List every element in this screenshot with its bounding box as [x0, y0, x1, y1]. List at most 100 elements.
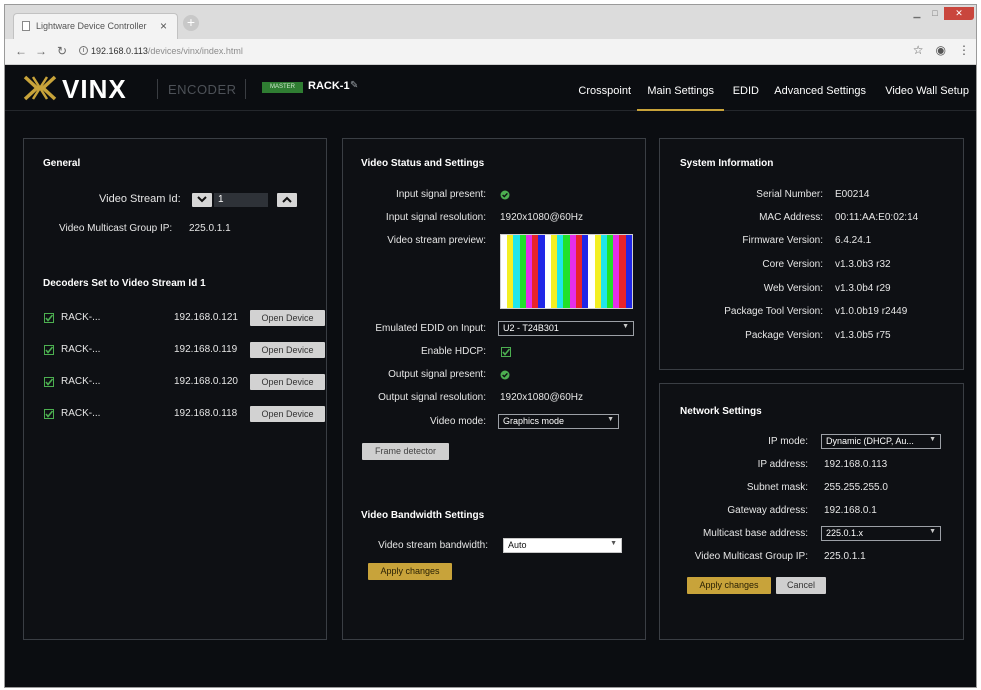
edid-select[interactable]: U2 - T24B301 ▼ [498, 321, 634, 336]
video-mode-select[interactable]: Graphics mode ▼ [498, 414, 619, 429]
address-bar-actions: ☆ ◉ ⋮ [913, 43, 970, 57]
package-tool-label: Package Tool Version: [724, 306, 823, 317]
edid-selected: U2 - T24B301 [503, 323, 559, 333]
panel-title: Video Status and Settings [361, 158, 485, 169]
url-host: 192.168.0.113 [91, 46, 148, 56]
frame-detector-button[interactable]: Frame detector [362, 443, 449, 460]
tab-close-icon[interactable]: × [160, 19, 167, 33]
nav-advanced-settings[interactable]: Advanced Settings [774, 85, 866, 97]
serial-label: Serial Number: [756, 189, 823, 200]
chevron-down-icon [197, 196, 207, 203]
page-icon [22, 21, 30, 31]
apply-bandwidth-button[interactable]: Apply changes [368, 563, 452, 580]
multicast-label: Video Multicast Group IP: [59, 223, 173, 234]
minimize-icon[interactable]: ▁ [908, 7, 926, 20]
open-device-button[interactable]: Open Device [250, 374, 325, 390]
open-device-button[interactable]: Open Device [250, 406, 325, 422]
decoder-ip: 192.168.0.121 [174, 312, 238, 323]
status-ok-icon [500, 370, 510, 380]
multicast-base-selected: 225.0.1.x [826, 528, 864, 538]
url-input[interactable]: i 192.168.0.113/devices/vinx/index.html [79, 42, 929, 61]
decoder-name: RACK-... [61, 312, 101, 323]
checkbox-checked-icon[interactable] [44, 377, 54, 387]
core-label: Core Version: [762, 259, 823, 270]
multicast-group-label: Video Multicast Group IP: [694, 551, 808, 562]
back-icon[interactable]: ← [15, 44, 27, 58]
role-badge: MASTER [262, 82, 303, 93]
panel-title: System Information [680, 158, 774, 169]
core-value: v1.3.0b3 r32 [835, 259, 891, 270]
menu-dots-icon[interactable]: ⋮ [958, 43, 970, 57]
system-info-panel: System Information Serial Number: E00214… [659, 138, 964, 370]
stream-id-decrement[interactable] [192, 193, 212, 207]
preview-color-bar [625, 235, 632, 308]
ip-mode-select[interactable]: Dynamic (DHCP, Au... ▼ [821, 434, 941, 449]
hdcp-checkbox[interactable] [501, 347, 511, 357]
mac-value: 00:11:AA:E0:02:14 [835, 212, 919, 223]
cancel-button[interactable]: Cancel [776, 577, 826, 594]
checkbox-checked-icon[interactable] [44, 313, 54, 323]
chevron-down-icon: ▼ [929, 436, 936, 443]
product-type: ENCODER [168, 82, 237, 97]
nav-crosspoint[interactable]: Crosspoint [578, 85, 631, 97]
open-device-button[interactable]: Open Device [250, 310, 325, 326]
maximize-icon[interactable]: □ [926, 7, 944, 20]
edid-label: Emulated EDID on Input: [375, 323, 486, 334]
multicast-base-label: Multicast base address: [702, 528, 808, 539]
stream-id-input[interactable]: 1 [214, 193, 268, 207]
info-icon: i [79, 46, 88, 55]
app-header: VINX ENCODER MASTER RACK-1 ✎ Crosspoint … [5, 65, 976, 111]
preview-label: Video stream preview: [387, 235, 486, 246]
forward-icon[interactable]: → [35, 44, 47, 58]
web-label: Web Version: [763, 283, 823, 294]
nav-video-wall-setup[interactable]: Video Wall Setup [885, 85, 969, 97]
bandwidth-selected: Auto [508, 540, 527, 550]
device-name: RACK-1 [308, 80, 350, 92]
input-present-label: Input signal present: [395, 189, 486, 200]
ip-mode-label: IP mode: [768, 436, 808, 447]
close-window-icon[interactable]: ✕ [944, 7, 974, 20]
window-controls: ▁ □ ✕ [908, 7, 974, 20]
chevron-down-icon: ▼ [929, 528, 936, 535]
output-resolution-value: 1920x1080@60Hz [500, 392, 583, 403]
browser-window: Lightware Device Controller × + ▁ □ ✕ ← … [4, 4, 977, 688]
vinx-logo-icon [23, 75, 57, 101]
decoder-ip: 192.168.0.118 [174, 408, 238, 419]
nav-edid[interactable]: EDID [733, 85, 759, 97]
gateway-value: 192.168.0.1 [824, 505, 877, 516]
url-path: /devices/vinx/index.html [147, 46, 243, 56]
checkbox-checked-icon[interactable] [44, 409, 54, 419]
new-tab-icon[interactable]: + [183, 15, 199, 31]
reload-icon[interactable]: ↻ [57, 44, 67, 58]
video-stream-preview [500, 234, 633, 309]
bandwidth-select[interactable]: Auto ▼ [503, 538, 622, 553]
chevron-down-icon: ▼ [607, 416, 614, 423]
decoders-title: Decoders Set to Video Stream Id 1 [43, 278, 206, 289]
mac-label: MAC Address: [759, 212, 823, 223]
decoder-ip: 192.168.0.119 [174, 344, 238, 355]
chevron-up-icon [282, 196, 292, 203]
edit-pencil-icon[interactable]: ✎ [350, 80, 358, 91]
package-tool-value: v1.0.0b19 r2449 [835, 306, 908, 317]
multicast-base-select[interactable]: 225.0.1.x ▼ [821, 526, 941, 541]
checkbox-checked-icon[interactable] [44, 345, 54, 355]
bookmark-star-icon[interactable]: ☆ [913, 43, 924, 57]
account-icon[interactable]: ◉ [936, 43, 946, 57]
browser-tab[interactable]: Lightware Device Controller × [13, 13, 178, 39]
package-label: Package Version: [745, 330, 823, 341]
chevron-down-icon: ▼ [610, 540, 617, 547]
package-value: v1.3.0b5 r75 [835, 330, 891, 341]
browser-titlebar: Lightware Device Controller × + ▁ □ ✕ [5, 5, 976, 39]
subnet-value: 255.255.255.0 [824, 482, 888, 493]
open-device-button[interactable]: Open Device [250, 342, 325, 358]
nav-main-settings[interactable]: Main Settings [637, 85, 724, 111]
multicast-value: 225.0.1.1 [189, 223, 231, 234]
serial-value: E00214 [835, 189, 870, 200]
mode-label: Video mode: [430, 416, 486, 427]
apply-network-button[interactable]: Apply changes [687, 577, 771, 594]
multicast-group-value: 225.0.1.1 [824, 551, 866, 562]
decoder-name: RACK-... [61, 376, 101, 387]
decoder-name: RACK-... [61, 408, 101, 419]
web-value: v1.3.0b4 r29 [835, 283, 891, 294]
stream-id-increment[interactable] [277, 193, 297, 207]
